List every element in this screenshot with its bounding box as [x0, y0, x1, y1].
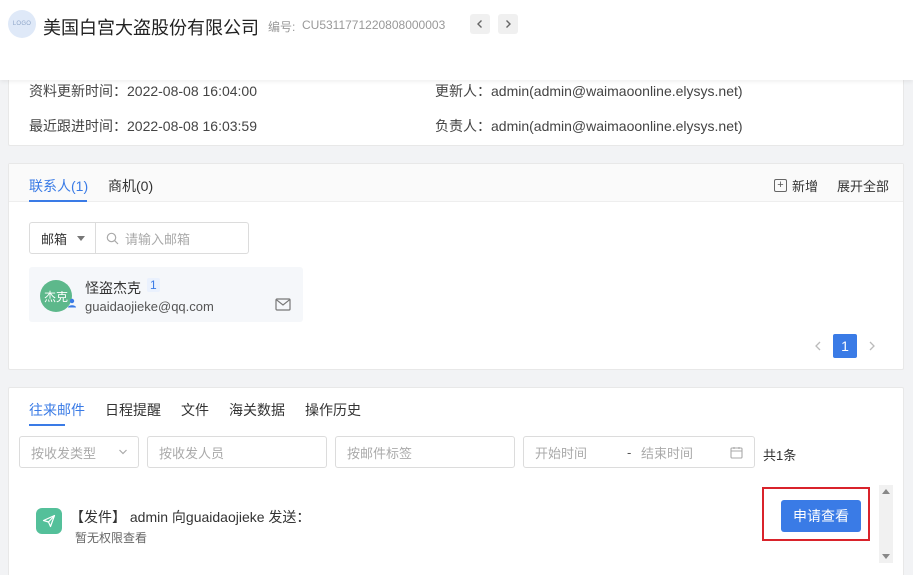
- tab-contacts[interactable]: 联系人(1): [29, 176, 88, 196]
- person-icon: [68, 298, 76, 308]
- email-search-input[interactable]: 请输入邮箱: [96, 229, 248, 248]
- sender-filter[interactable]: 按收发人员: [147, 436, 327, 468]
- plus-icon: +: [774, 179, 787, 192]
- tab-emails[interactable]: 往来邮件: [29, 400, 85, 420]
- contact-name: 怪盗杰克: [85, 280, 141, 296]
- tab-opportunities[interactable]: 商机(0): [108, 176, 153, 196]
- expand-all-button[interactable]: 展开全部: [837, 176, 889, 195]
- chevron-right-icon: [506, 20, 511, 28]
- end-date-placeholder: 结束时间: [641, 445, 694, 461]
- chevron-down-icon: [119, 449, 127, 455]
- send-type-placeholder: 按收发类型: [31, 445, 97, 461]
- add-label: 新增: [792, 179, 819, 194]
- tab-operation-history[interactable]: 操作历史: [305, 400, 361, 420]
- date-separator: -: [627, 444, 632, 460]
- active-tab-indicator: [29, 200, 87, 202]
- email-filter: 邮箱 请输入邮箱: [29, 222, 249, 254]
- email-tag-filter[interactable]: 按邮件标签: [335, 436, 515, 468]
- customer-code: CU5311771220808000003: [302, 18, 446, 32]
- chevron-left-icon[interactable]: [811, 339, 825, 353]
- prev-customer-button[interactable]: [470, 14, 490, 34]
- tab-schedule[interactable]: 日程提醒: [105, 400, 161, 420]
- filter-type-value: 邮箱: [41, 231, 68, 247]
- scroll-down-icon[interactable]: [882, 554, 890, 559]
- send-type-select[interactable]: 按收发类型: [19, 436, 139, 468]
- scrollbar[interactable]: [879, 485, 893, 563]
- mail-icon[interactable]: [275, 298, 291, 311]
- record-title: 【发件】 admin 向guaidaojieke 发送：: [70, 509, 311, 525]
- email-tag-placeholder: 按邮件标签: [347, 445, 413, 461]
- contact-item[interactable]: 杰克 怪盗杰克 1 guaidaojieke@qq.com: [29, 267, 303, 322]
- updated-time: 资料更新时间：2022-08-08 16:04:00: [29, 83, 257, 99]
- sender-placeholder: 按收发人员: [159, 445, 225, 461]
- date-range-picker[interactable]: 开始时间 - 结束时间: [523, 436, 755, 468]
- contacts-pager: 1: [811, 334, 879, 358]
- calendar-icon: [730, 447, 743, 459]
- contact-email: guaidaojieke@qq.com: [85, 299, 214, 314]
- code-label: 编号:: [268, 20, 296, 34]
- filter-type-select[interactable]: 邮箱: [30, 223, 96, 253]
- updater: 更新人：admin(admin@waimaoonline.elysys.net): [435, 83, 743, 99]
- page-header: LOGO 美国白宫大盗股份有限公司 编号: CU5311771220808000…: [0, 0, 913, 80]
- tab-customs-data[interactable]: 海关数据: [229, 400, 285, 420]
- email-record: 【发件】 admin 向guaidaojieke 发送： 暂无权限查看: [19, 488, 879, 568]
- scroll-up-icon[interactable]: [882, 489, 890, 494]
- company-logo: LOGO: [8, 10, 36, 38]
- contacts-tabbar: 联系人(1) 商机(0) + 新增 展开全部: [9, 164, 903, 202]
- email-search-placeholder: 请输入邮箱: [125, 231, 191, 247]
- search-icon: [106, 232, 119, 244]
- active-tab-indicator: [29, 424, 65, 426]
- page-number-current[interactable]: 1: [833, 334, 857, 358]
- next-customer-button[interactable]: [498, 14, 518, 34]
- contact-count-badge: 1: [147, 278, 160, 292]
- caret-down-icon: [77, 235, 86, 241]
- activity-card: 往来邮件 日程提醒 文件 海关数据 操作历史 按收发类型 按收发人员 按邮件标签…: [8, 387, 904, 575]
- followup-time: 最近跟进时间：2022-08-08 16:03:59: [29, 118, 257, 134]
- tab-files[interactable]: 文件: [181, 400, 209, 420]
- send-icon: [36, 508, 62, 534]
- record-permission-note: 暂无权限查看: [75, 531, 148, 545]
- company-name: 美国白宫大盗股份有限公司: [43, 18, 259, 38]
- add-contact-button[interactable]: + 新增: [774, 176, 818, 195]
- request-view-button[interactable]: 申请查看: [781, 500, 861, 532]
- start-date-placeholder: 开始时间: [535, 445, 588, 461]
- chevron-left-icon: [477, 20, 482, 28]
- contacts-card: 联系人(1) 商机(0) + 新增 展开全部 邮箱 请输入邮箱 杰克 怪盗杰克 …: [8, 163, 904, 370]
- total-count: 共1条: [763, 448, 797, 463]
- chevron-right-icon[interactable]: [865, 339, 879, 353]
- owner: 负责人：admin(admin@waimaoonline.elysys.net): [435, 118, 743, 134]
